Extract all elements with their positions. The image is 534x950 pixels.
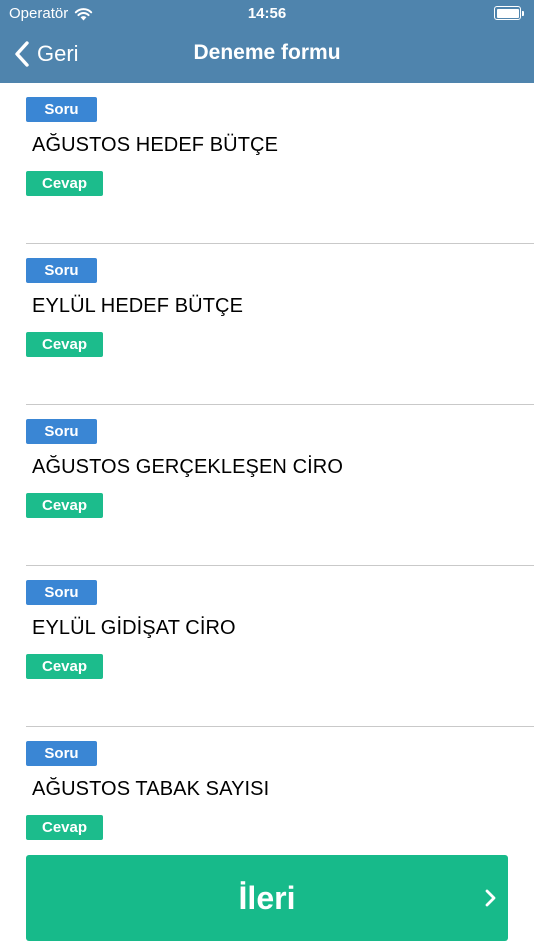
answer-tag[interactable]: Cevap <box>26 815 103 840</box>
answer-tag[interactable]: Cevap <box>26 332 103 357</box>
question-text: AĞUSTOS TABAK SAYISI <box>32 778 270 800</box>
question-tag: Soru <box>26 580 97 605</box>
chevron-left-icon <box>15 41 29 67</box>
status-time: 14:56 <box>247 5 287 22</box>
back-label: Geri <box>37 41 79 66</box>
question-tag: Soru <box>26 258 97 283</box>
answer-tag[interactable]: Cevap <box>26 493 103 518</box>
navigation-header: Operatör 14:56 Geri Deneme formu <box>0 0 534 83</box>
question-text: EYLÜL HEDEF BÜTÇE <box>32 295 244 317</box>
question-item: Soru EYLÜL GİDİŞAT CİRO Cevap <box>26 566 534 727</box>
question-tag: Soru <box>26 741 97 766</box>
question-tag: Soru <box>26 97 97 122</box>
answer-tag[interactable]: Cevap <box>26 171 103 196</box>
next-button-label: İleri <box>238 879 296 916</box>
page-title: Deneme formu <box>193 41 341 64</box>
battery-icon <box>494 6 525 20</box>
question-tag: Soru <box>26 419 97 444</box>
question-item: Soru AĞUSTOS GERÇEKLEŞEN CİRO Cevap <box>26 405 534 566</box>
status-bar: Operatör 14:56 <box>0 0 534 28</box>
question-item: Soru AĞUSTOS HEDEF BÜTÇE Cevap <box>26 83 534 244</box>
question-item: Soru EYLÜL HEDEF BÜTÇE Cevap <box>26 244 534 405</box>
chevron-right-icon <box>485 889 496 907</box>
question-text: AĞUSTOS HEDEF BÜTÇE <box>32 134 279 156</box>
question-text: EYLÜL GİDİŞAT CİRO <box>32 617 236 639</box>
back-button[interactable]: Geri <box>14 38 79 70</box>
question-list: Soru AĞUSTOS HEDEF BÜTÇE Cevap Soru EYLÜ… <box>0 83 534 888</box>
next-button[interactable]: İleri <box>26 855 508 941</box>
answer-tag[interactable]: Cevap <box>26 654 103 679</box>
question-text: AĞUSTOS GERÇEKLEŞEN CİRO <box>32 456 343 478</box>
